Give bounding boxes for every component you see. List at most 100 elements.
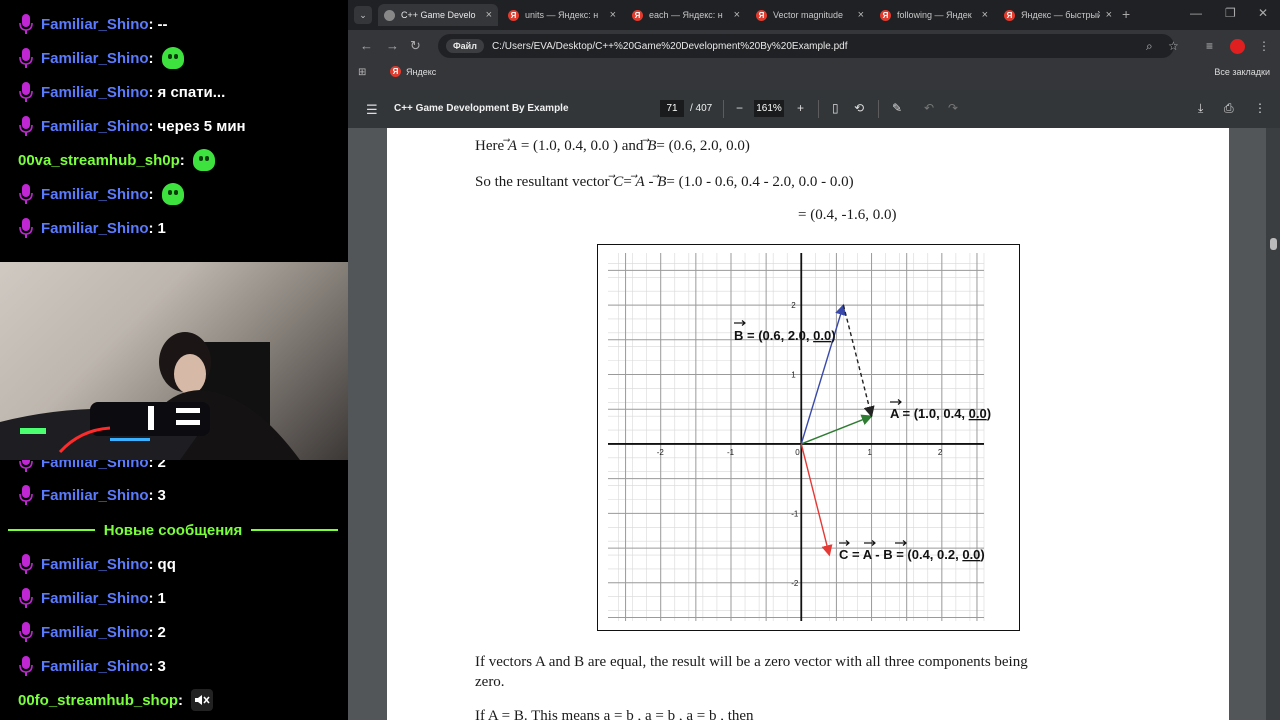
- download-icon[interactable]: ⤓: [1198, 101, 1203, 116]
- tab-0[interactable]: C++ Game Develo ×: [378, 4, 498, 26]
- yandex-icon: Я: [390, 66, 401, 77]
- chat-text: я спати...: [157, 83, 226, 101]
- yandex-icon: Я: [508, 9, 519, 21]
- close-window-button[interactable]: ✕: [1258, 6, 1268, 20]
- close-tab-icon[interactable]: ×: [858, 9, 864, 21]
- chat-username: 00fo_streamhub_shop: [18, 691, 179, 709]
- reload-icon[interactable]: ↻: [410, 38, 421, 54]
- chat-text: 1: [157, 219, 166, 237]
- zoom-out-button[interactable]: −: [736, 101, 743, 115]
- chat-message: Familiar_Shino: я спати...: [18, 80, 225, 104]
- back-icon[interactable]: ←: [360, 38, 373, 53]
- chat-text: 2: [157, 623, 166, 641]
- redo-icon[interactable]: ↷: [948, 101, 958, 115]
- tab-3[interactable]: Я Vector magnitude ×: [750, 4, 870, 26]
- tab-title: each — Яндекс: н: [649, 10, 723, 20]
- chat-message: Familiar_Shino:1: [18, 586, 166, 610]
- undo-icon[interactable]: ↶: [924, 101, 934, 115]
- green-ghost-emote-icon: [161, 183, 184, 205]
- close-tab-icon[interactable]: ×: [610, 9, 616, 21]
- chat-username[interactable]: Familiar_Shino: [41, 658, 149, 675]
- close-tab-icon[interactable]: ×: [982, 9, 988, 21]
- file-chip[interactable]: Файл: [446, 39, 484, 53]
- chat-username[interactable]: Familiar_Shino: [41, 84, 149, 101]
- tab-1[interactable]: Яunits — Яндекс: н ×: [502, 4, 622, 26]
- profile-avatar[interactable]: [1230, 39, 1245, 54]
- microphone-icon: [19, 14, 33, 34]
- webcam-feed: [0, 262, 348, 460]
- scrollbar[interactable]: [1266, 128, 1280, 720]
- print-icon[interactable]: ⎙: [1224, 101, 1234, 116]
- address-bar-row: ← → ↻ Файл C:/Users/EVA/Desktop/C++%20Ga…: [348, 30, 1280, 62]
- text-line-2: So the resultant vector ⃗C= ⃗A - ⃗B= (1.…: [475, 174, 854, 190]
- close-tab-icon[interactable]: ×: [734, 9, 740, 21]
- hamburger-menu-icon[interactable]: ☰: [366, 102, 378, 118]
- minimize-button[interactable]: —: [1190, 6, 1202, 20]
- label-b: B = (0.6, 2.0, 0.0): [734, 328, 836, 343]
- close-tab-icon[interactable]: ×: [1106, 9, 1112, 21]
- page-total: / 407: [690, 103, 713, 114]
- tab-bar: ⌄ C++ Game Develo × Яunits — Яндекс: н × Яea…: [348, 0, 1280, 30]
- chat-message: Familiar_Shino:: [18, 182, 184, 206]
- apps-icon[interactable]: ⊞: [358, 67, 366, 78]
- tab-title: Vector magnitude: [773, 10, 844, 20]
- fit-page-icon[interactable]: ▯: [832, 101, 839, 115]
- microphone-icon: [19, 218, 33, 238]
- chat-username[interactable]: Familiar_Shino: [41, 624, 149, 641]
- extensions-icon[interactable]: ≡: [1206, 39, 1213, 53]
- tab-search-button[interactable]: ⌄: [354, 6, 372, 24]
- chat-text: qq: [157, 555, 176, 573]
- chat-username[interactable]: Familiar_Shino: [41, 186, 149, 203]
- y-tick-label: -2: [791, 579, 799, 588]
- microphone-icon: [19, 184, 33, 204]
- microphone-icon: [19, 82, 33, 102]
- chat-username[interactable]: Familiar_Shino: [41, 118, 149, 135]
- url-text: C:/Users/EVA/Desktop/C++%20Game%20Develo…: [491, 40, 848, 52]
- forward-icon[interactable]: →: [386, 38, 399, 53]
- new-tab-button[interactable]: +: [1122, 6, 1130, 22]
- y-tick-label: 1: [791, 371, 796, 380]
- rotate-icon[interactable]: ⟲: [854, 101, 864, 115]
- bookmark-yandex[interactable]: Я Яндекс: [390, 66, 436, 77]
- more-options-icon[interactable]: ⋮: [1254, 101, 1266, 115]
- zoom-level-input[interactable]: 161%: [754, 100, 784, 117]
- x-tick-label: 0: [795, 448, 800, 457]
- zoom-in-button[interactable]: +: [797, 101, 804, 115]
- yandex-icon: Я: [1004, 9, 1015, 21]
- scroll-thumb[interactable]: [1270, 238, 1277, 250]
- zoom-icon[interactable]: ⌕: [1146, 39, 1153, 54]
- chat-username[interactable]: 00va_streamhub_sh0p: [18, 152, 180, 169]
- chat-username[interactable]: Familiar_Shino: [41, 16, 149, 33]
- green-ghost-emote-icon: [192, 149, 215, 171]
- tab-5[interactable]: Я Яндекс — быстрый ×: [998, 4, 1118, 26]
- y-tick-label: -1: [791, 509, 799, 518]
- page-number-input[interactable]: 71: [660, 100, 684, 117]
- new-messages-label: Новые сообщения: [103, 521, 243, 539]
- chat-username[interactable]: Familiar_Shino: [41, 220, 149, 237]
- tab-title: following — Яндек: [897, 10, 972, 20]
- chart-svg: -2 -1 0 1 2 2 1 -1 -2 B = (0.6, 2.0, 0.0) A = (1.0…: [608, 253, 991, 621]
- chat-username[interactable]: Familiar_Shino: [41, 487, 149, 504]
- chat-username[interactable]: Familiar_Shino: [41, 590, 149, 607]
- star-icon[interactable]: ☆: [1168, 39, 1179, 53]
- chat-username[interactable]: Familiar_Shino: [41, 50, 149, 67]
- draw-icon[interactable]: ✎: [892, 101, 902, 115]
- chat-text: --: [157, 15, 168, 33]
- x-tick-label: 1: [868, 448, 873, 457]
- tab-2[interactable]: Яeach — Яндекс: н ×: [626, 4, 746, 26]
- close-tab-icon[interactable]: ×: [486, 9, 492, 21]
- microphone-icon: [19, 588, 33, 608]
- url-field[interactable]: Файл C:/Users/EVA/Desktop/C++%20Game%20D…: [438, 34, 1174, 58]
- y-tick-label: 2: [791, 301, 796, 310]
- muted-speaker-icon[interactable]: [191, 689, 214, 711]
- menu-icon[interactable]: ⋮: [1258, 39, 1270, 53]
- all-bookmarks-button[interactable]: Все закладки: [1214, 67, 1270, 77]
- chat-username[interactable]: Familiar_Shino: [41, 556, 149, 573]
- x-tick-label: 2: [938, 448, 943, 457]
- vector-chart: -2 -1 0 1 2 2 1 -1 -2 B = (0.6, 2.0, 0.0) A = (1.0…: [597, 244, 1020, 631]
- tab-4[interactable]: Яfollowing — Яндек ×: [874, 4, 994, 26]
- green-ghost-emote-icon: [161, 47, 184, 69]
- chat-text: через 5 мин: [157, 117, 246, 135]
- stream-chat: Familiar_Shino: -- Familiar_Shino: Familiar…: [0, 0, 348, 720]
- maximize-button[interactable]: ❐: [1225, 6, 1236, 20]
